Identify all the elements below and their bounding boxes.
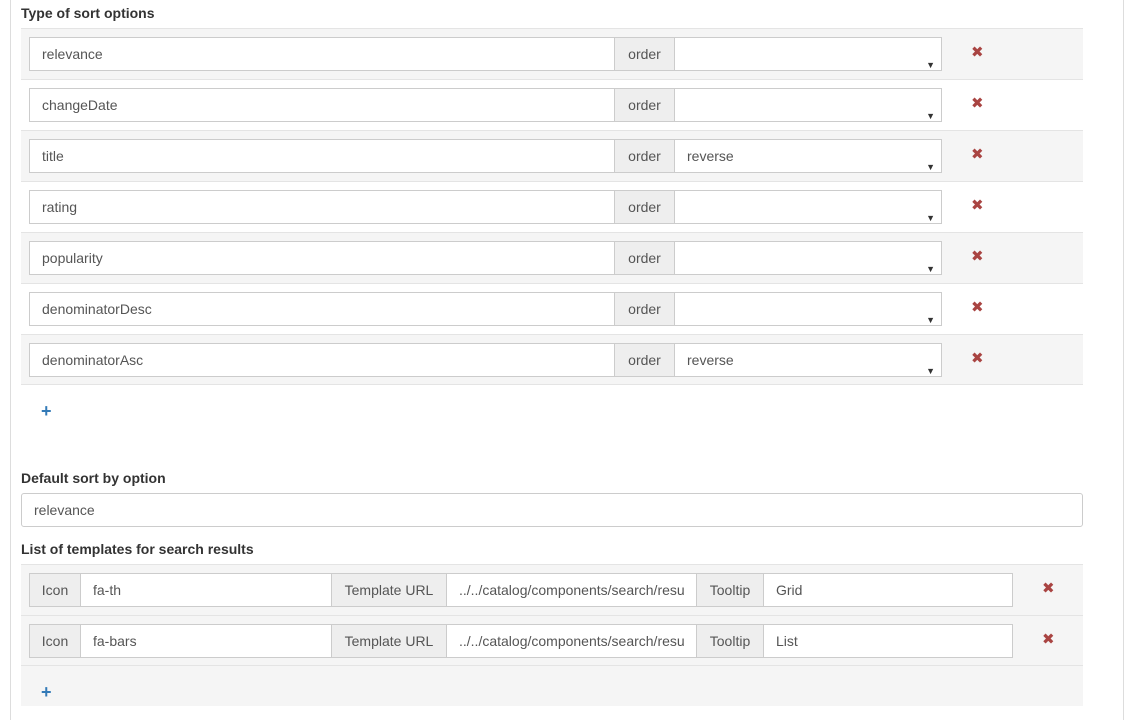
order-addon: order <box>614 88 675 122</box>
order-select[interactable]: ▼ <box>674 190 942 224</box>
sort-name-input[interactable]: relevance <box>29 37 615 71</box>
order-addon: order <box>614 139 675 173</box>
sort-option-row: rating order ▼ ✖ <box>21 181 1083 232</box>
order-select[interactable]: ▼ <box>674 241 942 275</box>
icon-addon: Icon <box>29 573 81 607</box>
order-select-value: reverse <box>687 352 734 368</box>
order-addon: order <box>614 241 675 275</box>
chevron-down-icon: ▼ <box>926 213 935 223</box>
default-sort-input[interactable]: relevance <box>21 493 1083 527</box>
add-template-icon[interactable]: + <box>41 683 52 701</box>
tooltip-addon: Tooltip <box>696 624 764 658</box>
sort-options-heading: Type of sort options <box>21 5 155 21</box>
remove-icon[interactable]: ✖ <box>971 94 984 114</box>
remove-icon[interactable]: ✖ <box>971 43 984 63</box>
sort-options-list: relevance order ▼ ✖ changeDate order ▼ ✖… <box>21 28 1083 385</box>
template-url-addon: Template URL <box>331 624 447 658</box>
remove-icon[interactable]: ✖ <box>971 145 984 165</box>
sort-option-row: popularity order ▼ ✖ <box>21 232 1083 283</box>
remove-icon[interactable]: ✖ <box>1042 579 1055 599</box>
sort-name-input[interactable]: denominatorAsc <box>29 343 615 377</box>
icon-addon: Icon <box>29 624 81 658</box>
sort-name-input[interactable]: rating <box>29 190 615 224</box>
template-url-input[interactable]: ../../catalog/components/search/resu <box>446 573 697 607</box>
remove-icon[interactable]: ✖ <box>1042 630 1055 650</box>
remove-icon[interactable]: ✖ <box>971 349 984 369</box>
remove-icon[interactable]: ✖ <box>971 298 984 318</box>
tooltip-addon: Tooltip <box>696 573 764 607</box>
default-sort-heading: Default sort by option <box>21 470 166 486</box>
template-url-input[interactable]: ../../catalog/components/search/resu <box>446 624 697 658</box>
order-select[interactable]: reverse ▼ <box>674 343 942 377</box>
order-select[interactable]: ▼ <box>674 88 942 122</box>
sort-option-row: title order reverse ▼ ✖ <box>21 130 1083 181</box>
order-select[interactable]: ▼ <box>674 292 942 326</box>
templates-list: Icon fa-th Template URL ../../catalog/co… <box>21 564 1083 706</box>
sort-option-row: changeDate order ▼ ✖ <box>21 79 1083 130</box>
sort-option-row: relevance order ▼ ✖ <box>21 28 1083 79</box>
sort-name-input[interactable]: title <box>29 139 615 173</box>
sort-name-input[interactable]: changeDate <box>29 88 615 122</box>
add-sort-option-icon[interactable]: + <box>41 402 52 420</box>
templates-heading: List of templates for search results <box>21 541 254 557</box>
order-addon: order <box>614 292 675 326</box>
order-addon: order <box>614 343 675 377</box>
order-addon: order <box>614 37 675 71</box>
chevron-down-icon: ▼ <box>926 315 935 325</box>
sort-name-input[interactable]: popularity <box>29 241 615 275</box>
template-row: Icon fa-bars Template URL ../../catalog/… <box>21 615 1083 666</box>
sort-option-row: denominatorAsc order reverse ▼ ✖ <box>21 334 1083 385</box>
sort-name-input[interactable]: denominatorDesc <box>29 292 615 326</box>
chevron-down-icon: ▼ <box>926 162 935 172</box>
chevron-down-icon: ▼ <box>926 264 935 274</box>
templates-footer <box>21 666 1083 706</box>
template-icon-input[interactable]: fa-th <box>80 573 332 607</box>
remove-icon[interactable]: ✖ <box>971 196 984 216</box>
chevron-down-icon: ▼ <box>926 60 935 70</box>
remove-icon[interactable]: ✖ <box>971 247 984 267</box>
template-tooltip-input[interactable]: Grid <box>763 573 1013 607</box>
chevron-down-icon: ▼ <box>926 366 935 376</box>
order-select[interactable]: reverse ▼ <box>674 139 942 173</box>
template-row: Icon fa-th Template URL ../../catalog/co… <box>21 564 1083 615</box>
order-addon: order <box>614 190 675 224</box>
template-tooltip-input[interactable]: List <box>763 624 1013 658</box>
order-select-value: reverse <box>687 148 734 164</box>
chevron-down-icon: ▼ <box>926 111 935 121</box>
template-icon-input[interactable]: fa-bars <box>80 624 332 658</box>
template-url-addon: Template URL <box>331 573 447 607</box>
order-select[interactable]: ▼ <box>674 37 942 71</box>
sort-option-row: denominatorDesc order ▼ ✖ <box>21 283 1083 334</box>
